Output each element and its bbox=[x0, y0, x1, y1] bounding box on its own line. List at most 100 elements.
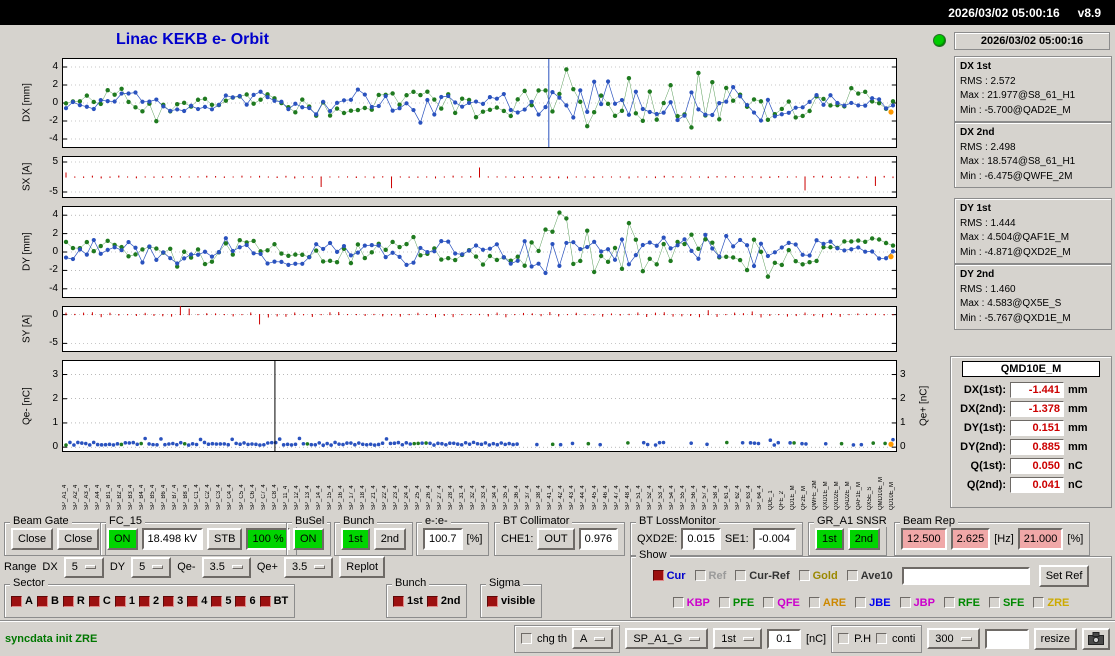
range-dx-select[interactable]: 5 bbox=[63, 556, 104, 578]
show-rfe-toggle[interactable]: RFE bbox=[943, 597, 980, 609]
range-qe+-value: 3.5 bbox=[291, 561, 308, 573]
sector-a-toggle[interactable]: A bbox=[11, 595, 33, 607]
range-dx-label: DX bbox=[42, 561, 58, 573]
stat-row: Max : 21.977@S8_61_H1 bbox=[960, 90, 1076, 101]
ee-100.7-value: 100.7 bbox=[423, 528, 463, 550]
show-ave10-toggle[interactable]: Ave10 bbox=[846, 570, 893, 582]
monitor-row-label: DY(2nd): bbox=[960, 441, 1006, 453]
sector-b-toggle[interactable]: B bbox=[36, 595, 59, 607]
x-axis-label: SP_42_4 bbox=[558, 485, 565, 510]
chg-th-checkbox[interactable] bbox=[521, 633, 533, 644]
stat-row: RMS : 1.460 bbox=[960, 283, 1016, 295]
group-title: BT LossMonitor bbox=[636, 515, 719, 527]
show-are-toggle[interactable]: ARE bbox=[808, 597, 846, 609]
bunch-sel-1st-toggle[interactable]: 1st bbox=[393, 595, 423, 607]
sector-c-toggle[interactable]: C bbox=[88, 595, 111, 607]
bunch-select[interactable]: 1st bbox=[713, 628, 762, 649]
stat-row: RMS : 1.444 bbox=[960, 217, 1016, 229]
busel-on-button[interactable]: ON bbox=[293, 528, 324, 550]
y-tick-label: 1 bbox=[52, 416, 58, 428]
chg-th-select[interactable]: A bbox=[571, 628, 614, 649]
conti-checkbox[interactable] bbox=[876, 633, 888, 644]
stat-row: Min : -5.700@QAD2E_M bbox=[960, 104, 1071, 116]
ph-checkbox[interactable] bbox=[838, 633, 850, 644]
sector-bt-toggle[interactable]: BT bbox=[259, 595, 289, 607]
status-bar: syncdata init ZRE chg th A SP_A1_G 1st 0… bbox=[0, 620, 1115, 656]
option-menu-glyph bbox=[231, 565, 243, 569]
camera-icon bbox=[1088, 632, 1104, 645]
checkbox bbox=[652, 570, 664, 581]
sector-4-toggle[interactable]: 4 bbox=[187, 595, 207, 607]
points-value: 300 bbox=[935, 632, 954, 645]
show-cur-ref-toggle[interactable]: Cur-Ref bbox=[735, 570, 790, 582]
range-row: Range DX 5 DY 5 Qe- 3.5 Qe+ 3.5 Replot bbox=[4, 556, 386, 578]
gr-a1-snsr-1st-button[interactable]: 1st bbox=[815, 528, 844, 550]
show-pfe-toggle[interactable]: PFE bbox=[718, 596, 755, 609]
show-gold-toggle[interactable]: Gold bbox=[798, 570, 838, 582]
fc15-stb-button[interactable]: STB bbox=[207, 528, 243, 550]
checkbox bbox=[163, 595, 175, 607]
range-qe-select[interactable]: 3.5 bbox=[201, 556, 251, 578]
range-dy-select[interactable]: 5 bbox=[131, 556, 172, 578]
resize-button[interactable]: resize bbox=[1033, 627, 1077, 650]
x-axis-label: SP_21_4 bbox=[370, 485, 377, 510]
beam-rep-2.625-value: 2.625 bbox=[950, 528, 991, 550]
x-axis-label: SP_54_4 bbox=[668, 485, 675, 510]
threshold-input[interactable]: 0.1 bbox=[766, 628, 801, 649]
group-bunch-sel: Bunch 1st 2nd bbox=[386, 577, 468, 618]
x-axis-label: SP_18_4 bbox=[359, 485, 366, 510]
points-select[interactable]: 300 bbox=[927, 628, 980, 649]
group-beam-gate: Beam Gate Close Close bbox=[4, 515, 107, 556]
ref-name-input[interactable] bbox=[901, 566, 1030, 585]
x-axis-label: QXD1E_M bbox=[823, 481, 830, 510]
toggle-label: BT bbox=[273, 595, 289, 607]
sector-6-toggle[interactable]: 6 bbox=[235, 595, 256, 607]
show-jbe-toggle[interactable]: JBE bbox=[855, 597, 891, 609]
checkbox bbox=[114, 595, 126, 607]
sector-1-toggle[interactable]: 1 bbox=[114, 595, 135, 607]
show-jbp-toggle[interactable]: JBP bbox=[899, 597, 935, 609]
x-axis-label: SP_44_4 bbox=[580, 485, 587, 510]
sector-3-toggle[interactable]: 3 bbox=[163, 595, 183, 607]
x-axis-label: SP_35_4 bbox=[503, 485, 510, 510]
gr-a1-snsr-2nd-button[interactable]: 2nd bbox=[847, 528, 881, 550]
toggle-label: PFE bbox=[732, 596, 755, 609]
toggle-label: Cur bbox=[666, 569, 686, 582]
show-zre-toggle[interactable]: ZRE bbox=[1033, 597, 1069, 609]
group-title: Sigma bbox=[486, 577, 524, 589]
titlebar-version: v8.9 bbox=[1077, 5, 1101, 20]
x-axis-label: SP_64_4 bbox=[756, 485, 763, 510]
beam-gate-close-button[interactable]: Close bbox=[11, 528, 54, 550]
x-axis-label: SP_C6_4 bbox=[249, 484, 256, 510]
bunch-2nd-button[interactable]: 2nd bbox=[373, 528, 407, 550]
show-qfe-toggle[interactable]: QFE bbox=[763, 597, 800, 609]
show-ref-toggle[interactable]: Ref bbox=[694, 570, 726, 582]
aux-input[interactable] bbox=[984, 628, 1029, 649]
show-kbp-toggle[interactable]: KBP bbox=[672, 597, 710, 609]
range-qe+-select[interactable]: 3.5 bbox=[283, 556, 334, 578]
sector-5-toggle[interactable]: 5 bbox=[211, 595, 231, 607]
sector-2-toggle[interactable]: 2 bbox=[138, 595, 159, 607]
sector-r-toggle[interactable]: R bbox=[62, 595, 85, 607]
camera-button[interactable] bbox=[1082, 627, 1110, 650]
beam-gate-close-button[interactable]: Close bbox=[57, 528, 100, 550]
bunch-sel-2nd-toggle[interactable]: 2nd bbox=[426, 595, 460, 607]
y-tick-label: 5 bbox=[52, 156, 58, 167]
x-axis-label: SP_37_4 bbox=[525, 485, 532, 510]
range-qe-value: 3.5 bbox=[209, 561, 225, 573]
sp-select[interactable]: SP_A1_G bbox=[625, 628, 709, 649]
bt-collimator-che1-label: CHE1: bbox=[501, 533, 534, 545]
replot-button[interactable]: Replot bbox=[339, 556, 386, 578]
x-axis-label: SP_B3_4 bbox=[128, 484, 135, 510]
x-axis-label: QXD2E_M bbox=[834, 481, 841, 510]
show-sfe-toggle[interactable]: SFE bbox=[988, 597, 1024, 609]
bunch-1st-button[interactable]: 1st bbox=[341, 528, 370, 550]
show-cur-toggle[interactable]: Cur bbox=[652, 569, 686, 582]
set-ref-button[interactable]: Set Ref bbox=[1038, 564, 1090, 587]
toggle-label: QFE bbox=[777, 596, 800, 609]
beam-rep--label: [%] bbox=[1067, 533, 1084, 545]
fc15-on-button[interactable]: ON bbox=[107, 528, 138, 550]
sigma-visible-toggle[interactable]: visible bbox=[487, 595, 535, 607]
bt-collimator-out-button[interactable]: OUT bbox=[537, 528, 575, 550]
x-axis-label: SP_45_4 bbox=[591, 485, 598, 510]
